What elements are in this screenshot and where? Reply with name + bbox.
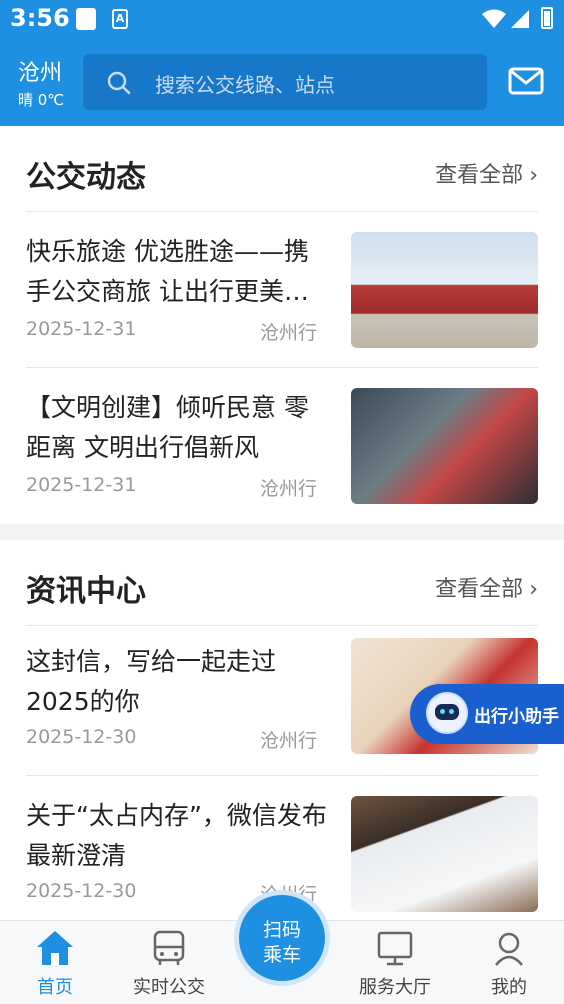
app-badge-icon: A [112,9,128,29]
see-all-link[interactable]: 查看全部 › [435,571,538,603]
bus-news-section: 公交动态 查看全部 › 快乐旅途 优选胜途——携手公交商旅 让出行更美… 2025… [0,126,564,524]
robot-icon [426,692,468,734]
scan-to-ride-button[interactable]: 扫码 乘车 [234,890,330,986]
tab-home-label: 首页 [37,977,73,998]
news-date: 2025-12-30 [26,726,137,748]
news-thumbnail [351,388,538,504]
home-icon [37,931,73,965]
battery-icon [541,7,553,29]
see-all-link[interactable]: 查看全部 › [435,157,538,189]
tab-mine[interactable]: 我的 [454,921,564,1004]
search-placeholder: 搜索公交线路、站点 [155,73,335,97]
news-title: 快乐旅途 优选胜途——携手公交商旅 让出行更美… [26,237,309,306]
news-title: 【文明创建】倾听民意 零距离 文明出行倡新风 [26,393,309,462]
wifi-icon [482,9,506,28]
news-date: 2025-12-31 [26,474,137,496]
monitor-icon [377,931,413,966]
news-thumbnail [351,232,538,348]
section-header: 资讯中心 查看全部 › [26,540,538,626]
tab-service-hall[interactable]: 服务大厅 [340,921,450,1004]
news-thumbnail [351,796,538,912]
news-date: 2025-12-31 [26,318,137,340]
assistant-label: 出行小助手 [474,707,559,727]
search-bar[interactable]: 搜索公交线路、站点 [83,54,487,110]
news-title: 关于“太占内存”，微信发布最新澄清 [26,801,327,870]
news-source: 沧州行 [260,478,318,500]
signal-icon [511,10,529,28]
user-icon [495,932,523,966]
tab-realtime-bus[interactable]: 实时公交 [114,921,224,1004]
notification-icon [76,8,96,30]
travel-assistant-button[interactable]: 出行小助手 [410,684,564,744]
section-header: 公交动态 查看全部 › [26,126,538,212]
news-source: 沧州行 [260,730,318,752]
tab-home[interactable]: 首页 [0,921,110,1004]
mail-icon[interactable] [508,67,544,95]
bus-icon [153,930,185,965]
tab-service-label: 服务大厅 [359,977,431,998]
tab-realtime-label: 实时公交 [133,977,205,998]
city-selector[interactable]: 沧州 [18,55,62,87]
news-title: 这封信，写给一起走过2025的你 [26,647,277,716]
news-item[interactable]: 【文明创建】倾听民意 零距离 文明出行倡新风 2025-12-31 沧州行 [26,368,538,524]
news-source: 沧州行 [260,322,318,344]
status-time: 3:56 [10,4,70,32]
chevron-right-icon: › [529,577,538,602]
scan-label-line1: 扫码 [262,919,301,941]
search-icon [107,71,131,95]
section-title: 资讯中心 [26,574,146,609]
weather-text: 晴 0℃ [18,91,65,109]
news-item[interactable]: 快乐旅途 优选胜途——携手公交商旅 让出行更美… 2025-12-31 沧州行 [26,212,538,368]
section-title: 公交动态 [26,160,146,195]
tab-mine-label: 我的 [491,977,527,998]
news-date: 2025-12-30 [26,880,137,902]
chevron-right-icon: › [529,163,538,188]
status-bar: 3:56 A [0,0,564,40]
scan-label-line2: 乘车 [262,944,301,966]
